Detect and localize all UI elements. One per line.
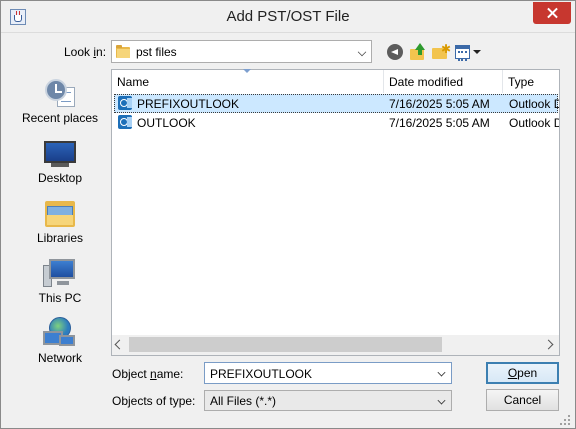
file-date: 7/16/2025 5:05 AM (389, 116, 490, 130)
place-desktop[interactable]: Desktop (13, 129, 107, 187)
column-name-label: Name (117, 75, 150, 89)
recent-places-icon (43, 77, 77, 109)
look-in-value: pst files (136, 45, 177, 59)
objects-of-type-dropdown[interactable]: All Files (*.*) (204, 390, 452, 411)
scrollbar-thumb[interactable] (129, 337, 442, 352)
back-arrow-icon (387, 44, 403, 60)
network-icon (43, 317, 77, 349)
place-network[interactable]: Network (13, 309, 107, 367)
place-label: Recent places (21, 111, 99, 125)
place-recent-places[interactable]: Recent places (13, 69, 107, 127)
outlook-data-file-icon (118, 96, 132, 110)
place-libraries[interactable]: Libraries (13, 189, 107, 247)
file-type: Outlook Data File (509, 116, 559, 130)
sort-indicator-icon (243, 69, 251, 73)
title-bar[interactable]: Add PST/OST File (1, 1, 575, 33)
create-new-folder-button[interactable]: ✱ (431, 43, 451, 61)
view-details-icon (455, 45, 470, 61)
view-menu-button[interactable] (454, 43, 482, 61)
file-type: Outlook Data File (509, 97, 559, 111)
this-pc-icon (43, 257, 77, 289)
scroll-left-icon[interactable] (114, 339, 125, 350)
file-row[interactable]: OUTLOOK 7/16/2025 5:05 AM Outlook Data F… (112, 113, 559, 132)
file-name: PREFIXOUTLOOK (137, 97, 240, 111)
libraries-icon (43, 197, 77, 229)
place-this-pc[interactable]: This PC (13, 249, 107, 307)
add-pst-ost-dialog: Add PST/OST File Look in: pst files ✱ Re… (0, 0, 576, 429)
place-label: Network (37, 351, 82, 365)
file-name: OUTLOOK (137, 116, 196, 130)
column-type-label: Type (508, 75, 535, 89)
scroll-right-icon[interactable] (543, 339, 554, 350)
resize-grip-icon[interactable] (559, 414, 571, 426)
outlook-data-file-icon (118, 115, 132, 129)
desktop-icon (43, 137, 77, 169)
file-list[interactable]: Name Date modified Type PREFIXOUTLOOK 7/… (111, 69, 560, 356)
column-date-label: Date modified (389, 75, 464, 89)
objects-of-type-label: Objects of type: (112, 394, 196, 408)
up-one-level-button[interactable] (408, 43, 426, 61)
open-button[interactable]: Open (486, 362, 559, 384)
window-title: Add PST/OST File (226, 8, 350, 25)
object-name-label: Object name: (112, 367, 184, 381)
horizontal-scrollbar[interactable] (112, 335, 559, 355)
file-row[interactable]: PREFIXOUTLOOK 7/16/2025 5:05 AM Outlook … (112, 94, 559, 113)
look-in-dropdown[interactable]: pst files (111, 40, 372, 63)
chevron-down-icon (437, 396, 446, 405)
place-label: Desktop (37, 171, 83, 185)
column-header-type[interactable]: Type (503, 70, 559, 93)
back-button[interactable] (386, 43, 404, 61)
object-name-input[interactable]: PREFIXOUTLOOK (204, 362, 452, 384)
column-header-name[interactable]: Name (112, 69, 384, 93)
column-header-date[interactable]: Date modified (384, 70, 503, 93)
place-label: Libraries (36, 231, 84, 245)
cancel-button[interactable]: Cancel (486, 389, 559, 411)
objects-of-type-value: All Files (*.*) (210, 394, 277, 408)
dropdown-arrow-icon (473, 50, 481, 54)
close-button[interactable] (533, 2, 571, 24)
file-date: 7/16/2025 5:05 AM (389, 97, 490, 111)
chevron-down-icon (357, 47, 367, 57)
look-in-label: Look in: (64, 45, 107, 59)
up-folder-icon (415, 43, 425, 50)
place-label: This PC (38, 291, 82, 305)
folder-icon (116, 45, 130, 58)
object-name-value: PREFIXOUTLOOK (210, 367, 313, 381)
chevron-down-icon[interactable] (437, 368, 446, 377)
places-bar: Recent places Desktop Libraries This PC … (13, 69, 107, 365)
